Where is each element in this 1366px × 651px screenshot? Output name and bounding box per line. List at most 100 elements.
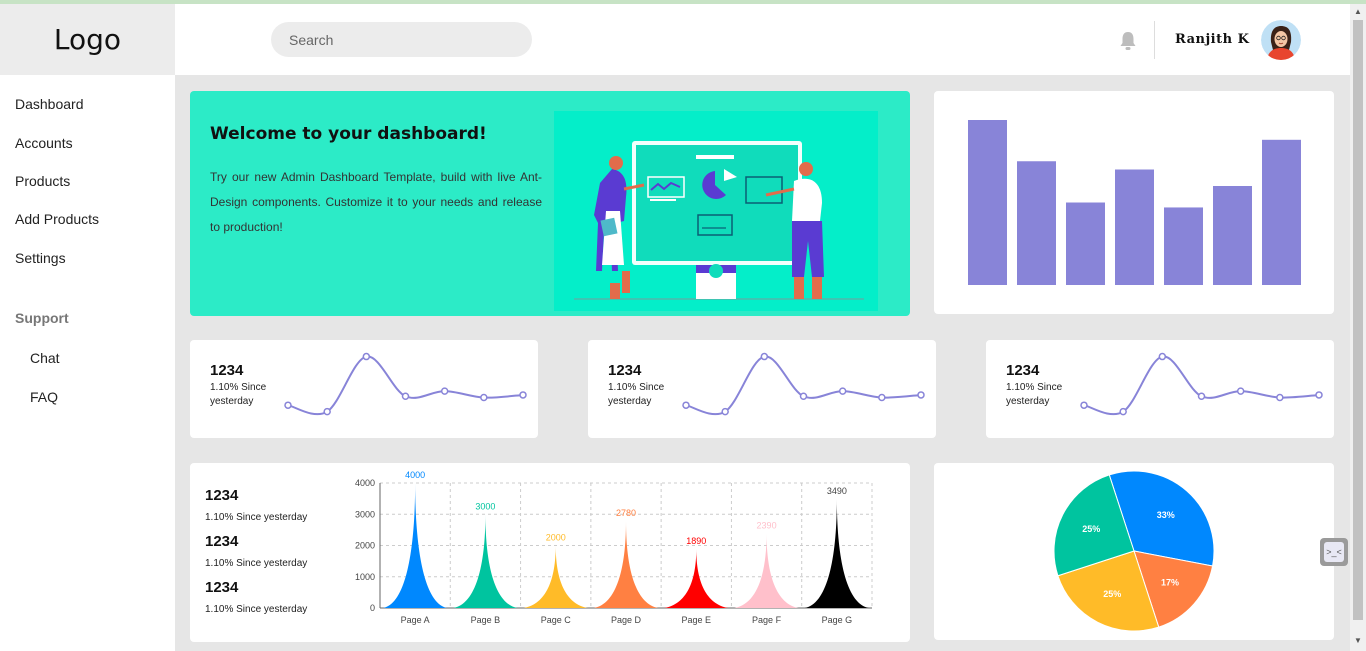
bell-icon[interactable] [1119,31,1137,51]
x-tick-label: Page B [471,615,501,625]
sparkline-chart [1080,352,1323,416]
x-tick-label: Page C [541,615,572,625]
header: Ranjith K [175,4,1350,75]
stat-change-line1: 1.10% Since [608,382,665,393]
data-label: 2780 [616,508,636,518]
sparkline-point[interactable] [1119,407,1127,416]
search-input[interactable] [271,22,532,57]
welcome-title: Welcome to your dashboard! [210,124,487,144]
pie-slice-label: 25% [1082,524,1100,534]
sparkline-point[interactable] [1197,392,1206,400]
y-tick-label: 1000 [355,572,375,582]
sparkline [287,355,524,416]
stat-change: 1.10% Since yesterday [205,558,308,569]
dashboard-illustration [554,111,878,311]
sidebar: Logo Dashboard Accounts Products Add Pro… [0,4,175,651]
sparkline-point[interactable] [1315,391,1323,399]
x-tick-label: Page D [611,615,642,625]
stat-card-3: 1234 1.10% Since yesterday [986,340,1334,438]
welcome-text: Try our new Admin Dashboard Template, bu… [210,170,542,234]
sparkline-point[interactable] [480,393,488,402]
spike-bar[interactable] [453,514,518,608]
sidebar-section-support[interactable]: Support [15,310,69,326]
scroll-up-icon[interactable]: ▲ [1353,7,1363,17]
data-label: 1890 [686,536,706,546]
sparkline-point[interactable] [721,407,729,416]
sparkline-point[interactable] [799,392,808,400]
pie-slice-label: 25% [1103,589,1121,599]
sidebar-item-settings[interactable]: Settings [15,250,66,266]
x-tick-label: Page G [822,615,853,625]
x-tick-label: Page F [752,615,782,625]
sparkline-point[interactable] [284,401,292,409]
sparkline-point[interactable] [1080,401,1088,409]
user-name[interactable]: Ranjith K [1175,32,1249,47]
sidebar-item-accounts[interactable]: Accounts [15,135,73,151]
stat-card-2: 1234 1.10% Since yesterday [588,340,936,438]
stat-change-line2: yesterday [608,396,652,407]
sparkline-point[interactable] [440,387,449,395]
spike-bar[interactable] [804,498,869,608]
x-tick-label: Page E [682,615,712,625]
sparkline-point[interactable] [519,391,527,399]
stat-change-line2: yesterday [1006,396,1050,407]
stat-value: 1234 [205,533,239,550]
data-label: 3490 [827,486,847,496]
scroll-down-icon[interactable]: ▼ [1353,636,1363,646]
sparkline-point[interactable] [917,391,925,399]
spike-bar[interactable] [664,548,729,608]
floating-widget-button[interactable]: >_< [1320,538,1348,566]
bar[interactable] [1164,207,1203,285]
sparkline-point[interactable] [682,401,690,409]
logo[interactable]: Logo [0,4,175,75]
sparkline [685,355,922,416]
sparkline-point[interactable] [1276,393,1284,402]
data-label: 2000 [546,533,566,543]
bar[interactable] [1017,161,1056,285]
x-tick-label: Page A [401,615,430,625]
pages-chart-card: 1234 1.10% Since yesterday 1234 1.10% Si… [190,463,910,642]
bar-chart-card [934,91,1334,314]
pie-slice-label: 33% [1157,510,1175,520]
header-divider [1154,21,1155,59]
sparkline-point[interactable] [323,407,331,416]
pie-chart: 33% 17% 25% 25% [1053,470,1215,632]
sidebar-item-add-products[interactable]: Add Products [15,211,99,227]
sidebar-item-chat[interactable]: Chat [30,350,60,366]
pages-spike-chart: 0 1000 2000 3000 4000 4000 Page A 3000 Page B 200… [355,470,873,625]
scrollbar-thumb[interactable] [1353,20,1363,620]
bar[interactable] [1066,202,1105,286]
sidebar-item-products[interactable]: Products [15,173,70,189]
sparkline-point[interactable] [878,393,886,402]
bar[interactable] [1213,186,1252,285]
y-tick-label: 4000 [355,478,375,488]
spike-bar[interactable] [734,533,799,608]
stat-card-1: 1234 1.10% Since yesterday [190,340,538,438]
stat-change: 1.10% Since yesterday [205,604,308,615]
sparkline-point[interactable] [838,387,847,395]
stat-value: 1234 [608,362,642,379]
sparkline-chart [682,352,925,416]
stat-change-line1: 1.10% Since [1006,382,1063,393]
spike-bar[interactable] [593,521,659,608]
stat-change-line1: 1.10% Since [210,382,267,393]
avatar[interactable] [1261,20,1301,60]
welcome-banner: Welcome to your dashboard! Try our new A… [190,91,910,316]
bar-chart [968,120,1301,286]
sidebar-item-faq[interactable]: FAQ [30,389,58,405]
bar[interactable] [1262,139,1301,285]
y-tick-label: 2000 [355,541,375,551]
vertical-scrollbar[interactable]: ▲ ▼ [1350,4,1366,651]
sidebar-item-dashboard[interactable]: Dashboard [15,96,84,112]
stat-change-line2: yesterday [210,396,254,407]
sparkline-point[interactable] [760,352,769,361]
sparkline-point[interactable] [1236,387,1245,395]
bar[interactable] [968,120,1007,285]
stat-value: 1234 [210,362,244,379]
bar[interactable] [1115,169,1154,286]
stat-value: 1234 [205,487,239,504]
sparkline-point[interactable] [1158,352,1167,361]
pie-slice-label: 17% [1161,578,1179,588]
sparkline-point[interactable] [362,352,371,361]
sparkline-point[interactable] [401,392,410,400]
